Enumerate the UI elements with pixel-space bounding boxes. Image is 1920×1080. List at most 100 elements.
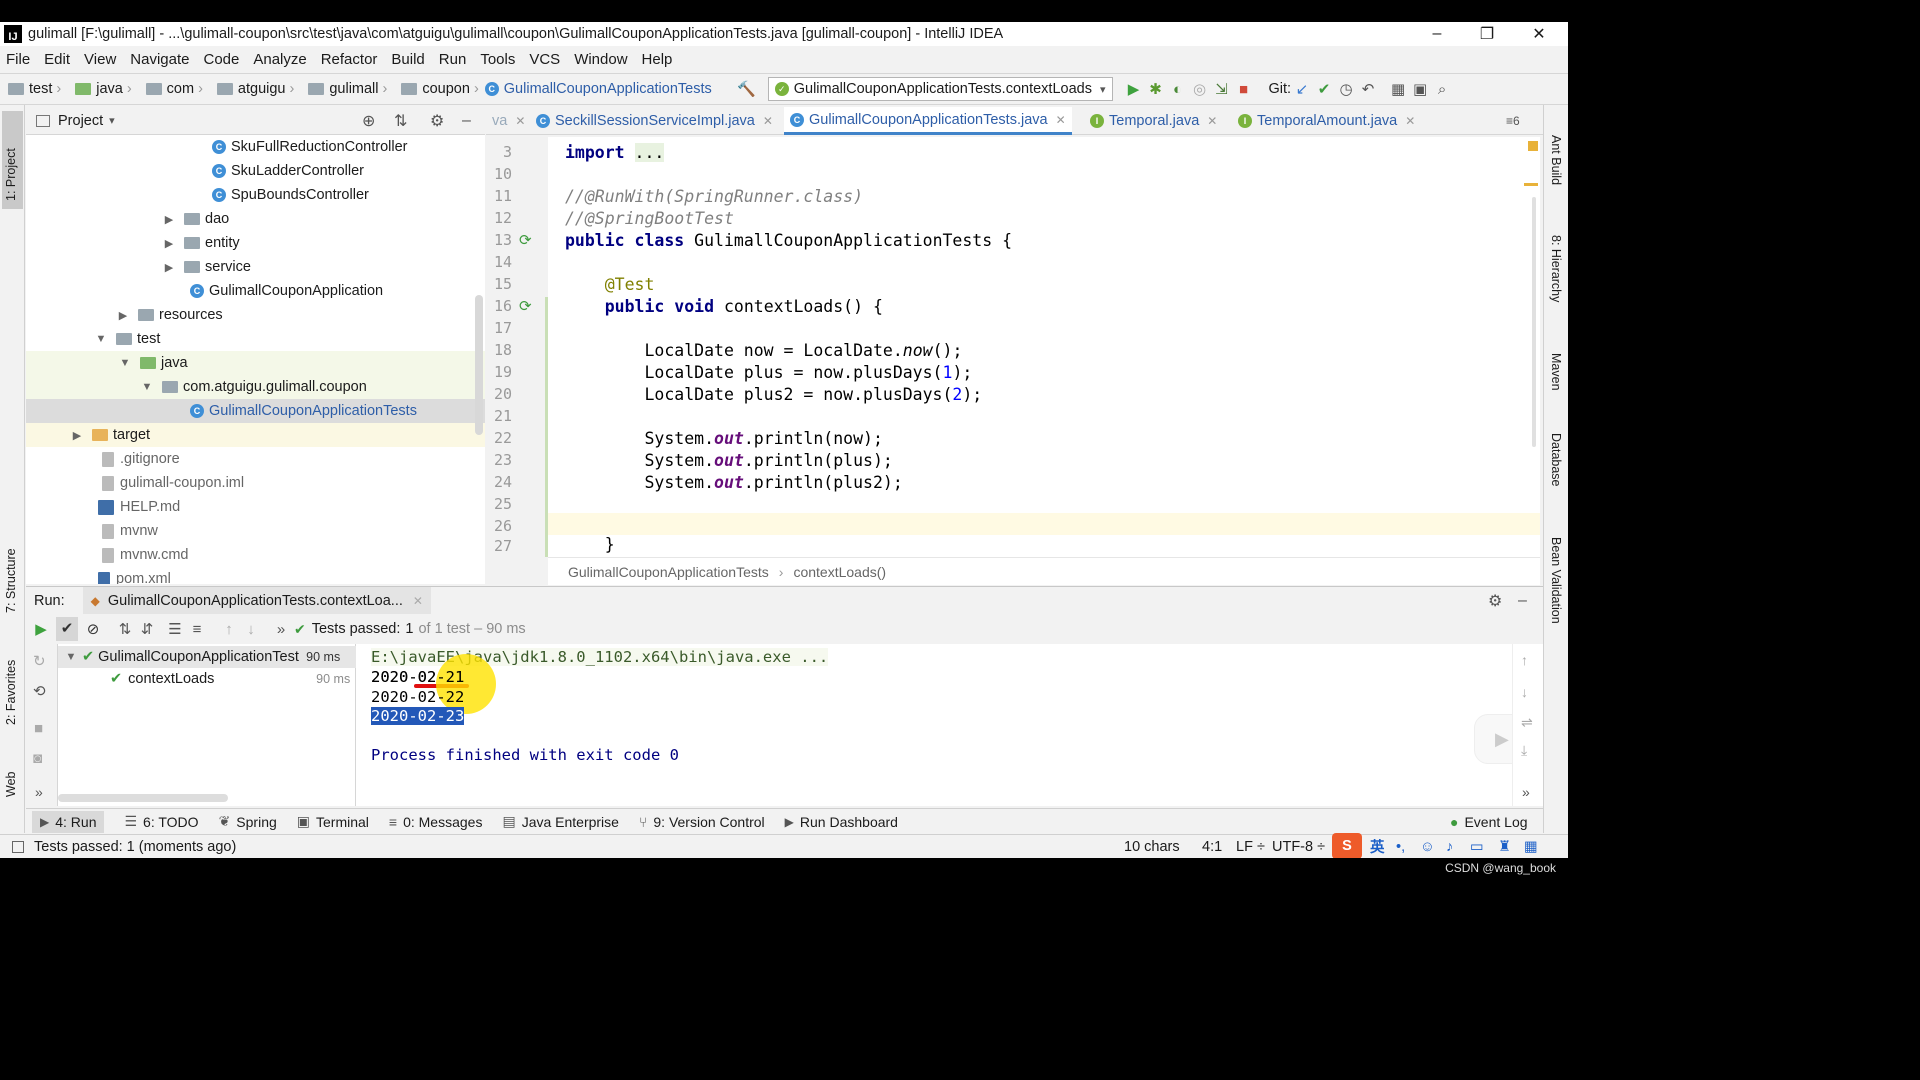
tool-tab-event-log[interactable]: ● Event Log [1450,814,1528,830]
tree-item[interactable]: mvnw.cmd [26,543,485,567]
tool-tab-todo[interactable]: ☰ 6: TODO [124,813,198,830]
tree-scrollbar[interactable] [475,295,483,435]
chevron-down-icon[interactable]: ▼ [118,357,132,369]
tab-list-button[interactable]: ≡6 [1500,107,1526,135]
prev-failed-icon[interactable]: ↑ [218,621,240,638]
tool-tab-spring[interactable]: ❦ Spring [219,813,277,830]
clothes-icon[interactable]: ♜ [1498,839,1511,855]
restore-button[interactable]: ❐ [1462,22,1512,46]
tree-item[interactable]: pom.xml [26,567,485,584]
stop-icon[interactable]: ■ [34,720,43,737]
chevron-down-icon[interactable]: ▼ [64,651,78,663]
punctuation-icon[interactable]: •, [1396,839,1405,855]
history-icon[interactable]: ◷ [1335,80,1357,98]
tree-item[interactable]: C SkuLadderController [26,159,485,183]
camera-icon[interactable]: ◙ [33,750,42,767]
run-test-method-gutter-icon[interactable]: ⟳ [519,297,532,315]
debug-icon[interactable]: ✱ [1145,80,1167,98]
nav-crumb-test[interactable]: test › [0,81,61,97]
stripe-bean-validation-button[interactable]: Bean Validation [1549,537,1563,624]
locate-file-icon[interactable]: ⊕ [362,111,375,131]
menu-view[interactable]: View [84,51,116,68]
warning-marker[interactable] [1524,183,1538,186]
hide-panel-icon[interactable]: – [1518,592,1527,610]
stripe-project-button[interactable]: 1: Project [4,117,18,201]
menu-edit[interactable]: Edit [44,51,70,68]
test-suite-row[interactable]: ▼ ✔ GulimallCouponApplicationTest 90 ms [58,646,356,668]
nav-crumb-gulimall[interactable]: gulimall › [300,81,387,97]
tree-item[interactable]: ▶ dao [26,207,485,231]
sort-duration-icon[interactable]: ⇵ [136,620,158,638]
show-passed-icon[interactable]: ✔ [56,617,78,641]
stripe-structure-button[interactable]: 7: Structure [4,523,18,613]
next-failed-icon[interactable]: ↓ [240,621,262,638]
caret-position[interactable]: 4:1 [1202,839,1222,855]
stripe-ant-build-button[interactable]: Ant Build [1549,135,1563,185]
line-separator[interactable]: LF ÷ [1236,839,1265,855]
profile-icon[interactable]: ◎ [1189,80,1211,98]
git-update-icon[interactable]: ↙ [1291,80,1313,98]
microphone-icon[interactable]: ♪ [1446,839,1453,855]
presentation-icon[interactable]: ▣ [1409,80,1431,98]
tool-tab-version-control[interactable]: ⑂ 9: Version Control [639,814,765,830]
run-config-select[interactable]: ✓ GulimallCouponApplicationTests.context… [767,77,1113,101]
tree-item[interactable]: C SpuBoundsController [26,183,485,207]
tree-item[interactable]: mvnw [26,519,485,543]
chevron-down-icon[interactable]: ▼ [94,333,108,345]
breadcrumb-class[interactable]: GulimallCouponApplicationTests [568,564,769,580]
file-encoding[interactable]: UTF-8 ÷ [1272,839,1325,855]
close-icon[interactable]: ✕ [1405,114,1415,128]
tree-horizontal-scrollbar[interactable] [58,794,228,802]
more-icon[interactable]: » [35,784,43,800]
run-test-class-gutter-icon[interactable]: ⟳ [519,231,532,249]
tree-item[interactable]: C SkuFullReductionController [26,135,485,159]
nav-crumb-file[interactable]: C GulimallCouponApplicationTests [484,81,712,97]
run-icon[interactable]: ▶ [1123,80,1145,98]
close-icon[interactable]: ✕ [1056,113,1066,127]
gear-icon[interactable]: ⚙ [430,111,444,131]
git-commit-icon[interactable]: ✔ [1313,80,1335,98]
menu-window[interactable]: Window [574,51,627,68]
inspection-status-icon[interactable] [1528,141,1538,151]
breadcrumb-method[interactable]: contextLoads() [793,564,886,580]
stripe-hierarchy-button[interactable]: 8: Hierarchy [1549,235,1563,302]
sort-alpha-icon[interactable]: ⇅ [114,620,136,638]
project-panel-title[interactable]: Project [58,113,103,129]
menu-code[interactable]: Code [203,51,239,68]
tree-item[interactable]: ▶ service [26,255,485,279]
collapse-all-icon[interactable]: ⇅ [394,111,407,131]
close-button[interactable]: ✕ [1514,22,1564,46]
tree-item[interactable]: ▼ com.atguigu.gulimall.coupon [26,375,485,399]
menu-run[interactable]: Run [439,51,467,68]
toggle-autotest-icon[interactable]: ⟲ [33,682,46,700]
more-icon[interactable]: » [270,621,292,638]
soft-wrap-icon[interactable]: ⇌ [1521,714,1533,731]
tool-tab-run[interactable]: ▶ 4: Run [32,810,105,833]
test-method-row[interactable]: ✔ contextLoads 90 ms [58,668,356,690]
sogou-ime-icon[interactable]: S [1332,833,1362,859]
scroll-to-end-icon[interactable]: ⤓ [1521,742,1527,759]
chevron-right-icon[interactable]: ▶ [70,429,84,442]
menu-analyze[interactable]: Analyze [253,51,306,68]
tree-item[interactable]: ▼ java [26,351,485,375]
menu-help[interactable]: Help [642,51,673,68]
rerun-failed-icon[interactable]: ↻ [33,652,46,670]
editor-tab[interactable]: va ✕ [486,107,531,135]
more-icon[interactable]: » [1522,784,1530,800]
tree-item-selected[interactable]: C GulimallCouponApplicationTests [26,399,485,423]
scroll-down-icon[interactable]: ↓ [1521,684,1528,700]
nav-crumb-java[interactable]: java › [67,81,132,97]
tree-item[interactable]: C GulimallCouponApplication [26,279,485,303]
nav-crumb-coupon[interactable]: coupon › [393,81,479,97]
chevron-down-icon[interactable]: ▾ [109,114,115,127]
tree-item[interactable]: ▼ test [26,327,485,351]
project-structure-icon[interactable]: ▦ [1387,80,1409,98]
editor-tab[interactable]: I TemporalAmount.java ✕ [1232,107,1421,135]
chevron-down-icon[interactable]: ▼ [140,381,154,393]
editor-tab[interactable]: C SeckillSessionServiceImpl.java ✕ [530,107,779,135]
search-icon[interactable]: ⌕ [1431,81,1453,98]
hide-panel-icon[interactable]: – [462,112,471,130]
editor-tab[interactable]: I Temporal.java ✕ [1084,107,1223,135]
menu-refactor[interactable]: Refactor [321,51,378,68]
close-icon[interactable]: ✕ [413,594,423,608]
